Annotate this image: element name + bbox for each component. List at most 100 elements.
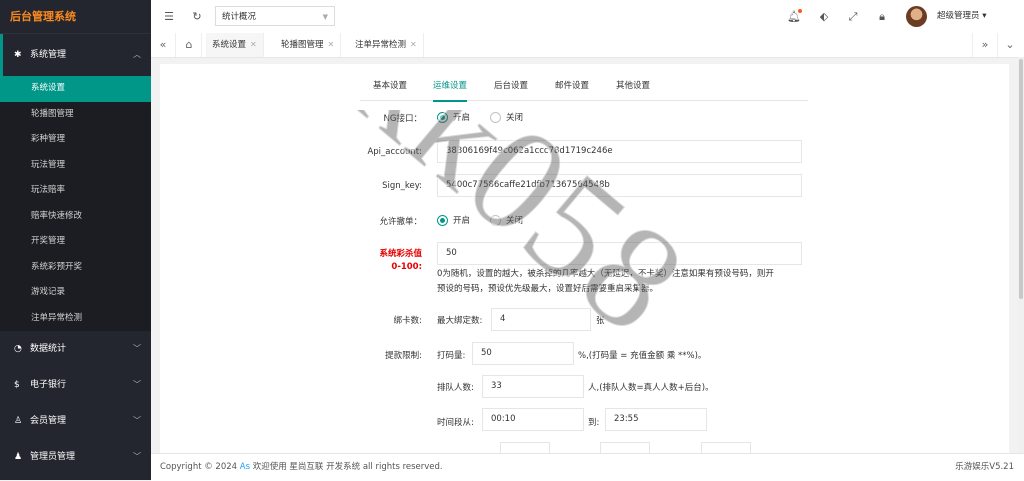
users-icon: ♙ bbox=[14, 416, 23, 426]
cancel-on-radio[interactable]: 开启 bbox=[437, 214, 470, 228]
time-from-input[interactable]: 00:10 bbox=[482, 408, 584, 431]
card-max-input[interactable]: 4 bbox=[491, 308, 591, 331]
api-account-label: Api_account: bbox=[367, 147, 422, 157]
caret-down-icon: ▼ bbox=[322, 13, 328, 21]
menu-group-members[interactable]: ♙ 会员管理 ﹀ bbox=[0, 403, 151, 439]
username: 超级管理员 bbox=[937, 11, 980, 21]
tab-other-settings[interactable]: 其他设置 bbox=[616, 74, 650, 100]
top-header: ☰ ↻ 统计概况 ▼ 🔔︎ ⬖ ⤢ 🔒︎ bbox=[151, 0, 1024, 34]
kill-value-input[interactable]: 50 bbox=[437, 242, 802, 265]
bet-input[interactable]: 50 bbox=[472, 342, 574, 365]
sidebar-item-odds-quick[interactable]: 赔率快速修改 bbox=[0, 204, 151, 230]
bet-label: 打码量: bbox=[437, 351, 466, 361]
tabs-dropdown-icon[interactable]: ⌄ bbox=[998, 33, 1022, 57]
sidebar-item-game-records[interactable]: 游戏记录 bbox=[0, 280, 151, 306]
bell-icon[interactable]: 🔔︎ bbox=[785, 0, 803, 33]
ng-off-radio[interactable]: 关闭 bbox=[490, 111, 523, 125]
menu-group-admins[interactable]: ♟ 管理员管理 ﹀ bbox=[0, 439, 151, 475]
api-account-input[interactable]: 38306169f49c062a1ccc78d1719c246e bbox=[437, 140, 802, 163]
tab-bet-anomaly[interactable]: 注单异常检测 ✕ bbox=[349, 33, 424, 57]
chevron-down-icon: ﹀ bbox=[133, 380, 141, 389]
scrollbar[interactable] bbox=[1018, 57, 1024, 453]
partial-input-1[interactable] bbox=[500, 442, 550, 453]
tabs-next-icon[interactable]: » bbox=[972, 33, 998, 57]
kill-value-label-line2: 0-100: bbox=[391, 262, 422, 272]
radio-circle bbox=[490, 215, 501, 226]
card-label: 绑卡数: bbox=[393, 316, 422, 326]
refresh-icon[interactable]: ↻ bbox=[188, 0, 206, 33]
tab-mail-settings[interactable]: 邮件设置 bbox=[555, 74, 589, 100]
tabs-prev-icon[interactable]: « bbox=[151, 33, 176, 57]
time-to-label: 到: bbox=[588, 418, 600, 428]
fullscreen-icon[interactable]: ⤢ bbox=[844, 0, 862, 33]
dashboard-icon: ◔ bbox=[14, 344, 22, 354]
radio-circle bbox=[437, 112, 448, 123]
settings-tabs: 基本设置 运维设置 后台设置 邮件设置 其他设置 bbox=[360, 74, 808, 102]
menu-group-label: 管理员管理 bbox=[30, 452, 76, 462]
tab-ops-settings[interactable]: 运维设置 bbox=[433, 74, 468, 102]
radio-circle bbox=[490, 112, 501, 123]
sign-key-label: Sign_key: bbox=[382, 181, 422, 191]
radio-label: 开启 bbox=[453, 113, 471, 123]
money-icon: $ bbox=[14, 380, 20, 390]
withdraw-label: 提款限制: bbox=[385, 351, 422, 361]
gear-icon: ✱ bbox=[14, 50, 22, 60]
sidebar-item-draw[interactable]: 开奖管理 bbox=[0, 229, 151, 255]
menu-toggle-icon[interactable]: ☰ bbox=[160, 0, 178, 33]
chevron-down-icon: ﹀ bbox=[133, 452, 141, 461]
radio-circle bbox=[437, 215, 448, 226]
page-tabs: « ⌂ 系统设置 ✕ 轮播图管理 ✕ 注单异常检测 ✕ » ⌄ bbox=[151, 33, 1024, 58]
sidebar-item-gameplay[interactable]: 玩法管理 bbox=[0, 153, 151, 179]
queue-input[interactable]: 33 bbox=[482, 375, 584, 398]
footer-copyright: Copyright © 2024 As 欢迎使用 星尚互联 开发系统 all r… bbox=[160, 454, 443, 480]
time-from-label: 时间段从: bbox=[437, 418, 474, 428]
sidebar-item-bet-anomaly[interactable]: 注单异常检测 bbox=[0, 306, 151, 332]
home-icon[interactable]: ⌂ bbox=[177, 33, 202, 57]
page-select-value: 统计概况 bbox=[222, 12, 257, 22]
partial-input-2[interactable] bbox=[600, 442, 650, 453]
menu-group-label: 会员管理 bbox=[30, 416, 67, 426]
sidebar-item-predraw[interactable]: 系统彩预开奖 bbox=[0, 255, 151, 281]
menu-group-stats[interactable]: ◔ 数据统计 ﹀ bbox=[0, 331, 151, 367]
avatar[interactable] bbox=[906, 6, 927, 27]
cancel-off-radio[interactable]: 关闭 bbox=[490, 214, 523, 228]
chevron-down-icon: ﹀ bbox=[133, 416, 141, 425]
sidebar-item-system-settings[interactable]: 系统设置 bbox=[0, 76, 151, 102]
sidebar-item-banner[interactable]: 轮播图管理 bbox=[0, 102, 151, 128]
page-select[interactable]: 统计概况 ▼ bbox=[215, 6, 335, 26]
partial-input-3[interactable] bbox=[701, 442, 751, 453]
footer-text: 欢迎使用 星尚互联 开发系统 all rights reserved. bbox=[252, 462, 443, 472]
radio-label: 开启 bbox=[453, 216, 471, 226]
caret-down-icon: ▾ bbox=[982, 11, 987, 21]
chevron-down-icon: ﹀ bbox=[133, 344, 141, 353]
ng-label: NG接口： bbox=[383, 114, 422, 124]
sidebar-item-lottery[interactable]: 彩种管理 bbox=[0, 127, 151, 153]
close-icon[interactable]: ✕ bbox=[250, 40, 257, 49]
tab-banner[interactable]: 轮播图管理 ✕ bbox=[275, 33, 342, 57]
tab-label: 系统设置 bbox=[212, 40, 247, 50]
tab-admin-settings[interactable]: 后台设置 bbox=[494, 74, 528, 100]
tag-icon[interactable]: ⬖ bbox=[815, 0, 833, 33]
menu-group-system[interactable]: ✱ 系统管理 ︿ bbox=[0, 34, 151, 76]
app-logo: 后台管理系统 bbox=[0, 0, 151, 34]
version-text: 乐游娱乐V5.21 bbox=[955, 462, 1014, 472]
scrollbar-thumb[interactable] bbox=[1019, 59, 1023, 299]
copyright-text: Copyright © 2024 bbox=[160, 462, 238, 472]
notification-dot bbox=[798, 9, 802, 13]
footer-link[interactable]: As bbox=[240, 462, 250, 472]
menu-group-label: 系统管理 bbox=[30, 50, 67, 60]
kill-value-label-line1: 系统彩杀值 bbox=[379, 249, 422, 259]
sidebar-item-odds[interactable]: 玩法赔率 bbox=[0, 178, 151, 204]
time-to-input[interactable]: 23:55 bbox=[605, 408, 707, 431]
ng-on-radio[interactable]: 开启 bbox=[437, 111, 470, 125]
sign-key-input[interactable]: 5400c77586caffe21dfb71367564548b bbox=[437, 174, 802, 197]
close-icon[interactable]: ✕ bbox=[328, 40, 335, 49]
tab-basic-settings[interactable]: 基本设置 bbox=[373, 74, 407, 100]
menu-group-bank[interactable]: $ 电子银行 ﹀ bbox=[0, 367, 151, 403]
lock-icon[interactable]: 🔒︎ bbox=[873, 0, 891, 33]
chevron-up-icon: ︿ bbox=[133, 50, 141, 59]
user-menu[interactable]: 超级管理员 ▾ bbox=[937, 0, 987, 33]
queue-suffix: 人,(排队人数=真人人数+后台)。 bbox=[588, 383, 714, 393]
close-icon[interactable]: ✕ bbox=[410, 40, 417, 49]
tab-system-settings[interactable]: 系统设置 ✕ bbox=[206, 33, 264, 57]
